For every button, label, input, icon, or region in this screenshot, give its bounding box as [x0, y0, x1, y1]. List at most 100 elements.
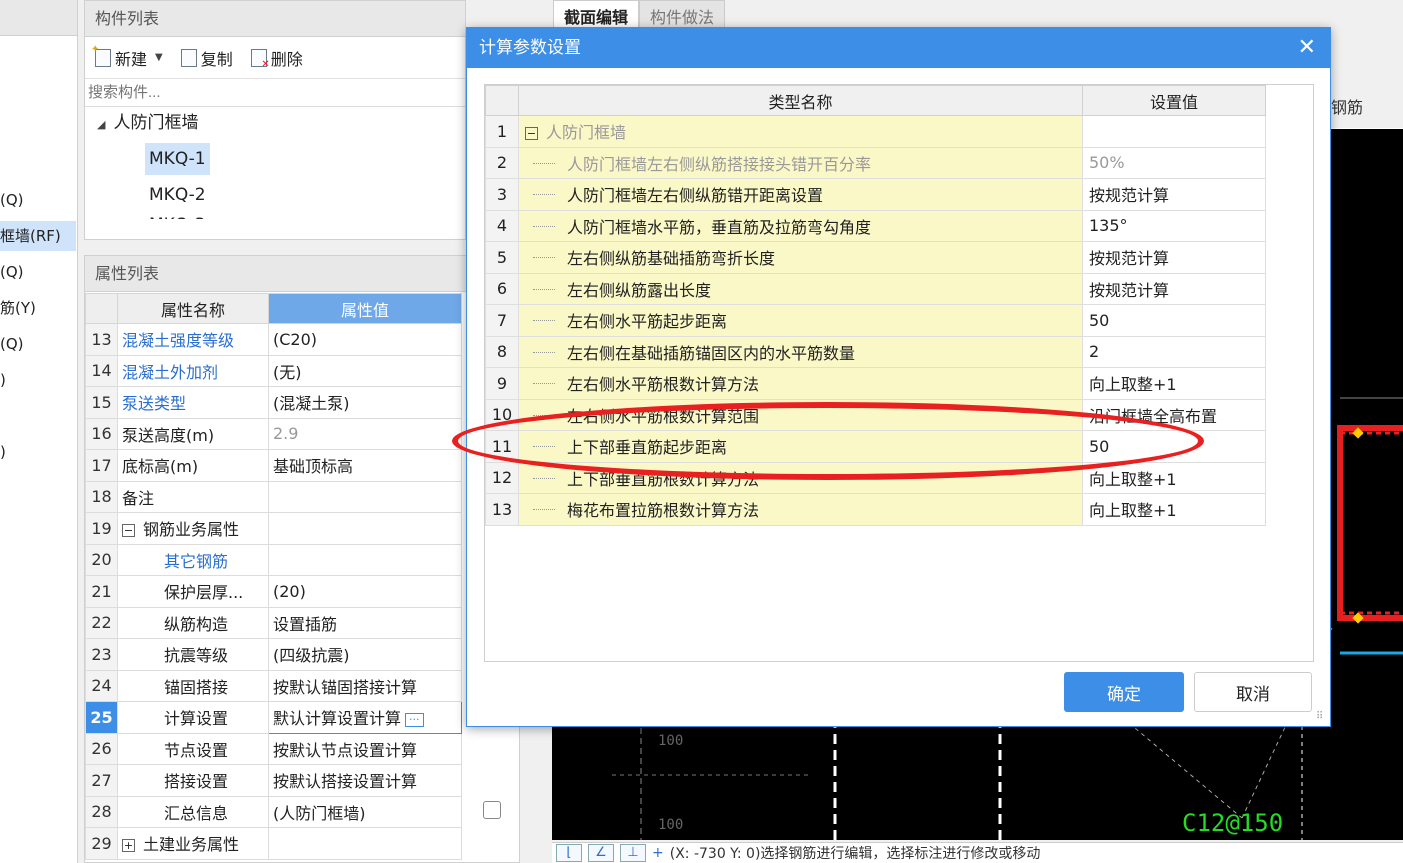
rebar-label[interactable]: 钢筋	[1331, 94, 1363, 118]
property-value-cell[interactable]: (无)	[268, 354, 462, 387]
nav-item[interactable]: (Q)	[0, 257, 76, 287]
property-row[interactable]: 21 保护层厚... (20)	[85, 575, 520, 608]
param-row[interactable]: 2 人防门框墙左右侧纵筋搭接接头错开百分率 50%	[485, 146, 1266, 179]
collapse-icon[interactable]: −	[525, 127, 538, 141]
param-value-cell[interactable]: 按规范计算	[1082, 178, 1266, 211]
property-row[interactable]: 24 锚固搭接 按默认锚固搭接计算	[85, 669, 520, 702]
param-row[interactable]: 10 左右侧水平筋根数计算范围 沿门框墙全高布置	[485, 398, 1266, 431]
param-value-cell[interactable]: 50	[1082, 430, 1266, 463]
property-value-cell[interactable]	[268, 827, 462, 860]
property-value-cell[interactable]	[268, 512, 462, 545]
property-row[interactable]: 13 混凝土强度等级 (C20)	[85, 323, 520, 356]
property-row[interactable]: 19− 钢筋业务属性	[85, 512, 520, 545]
plus-icon[interactable]: +	[652, 845, 664, 861]
property-value-cell[interactable]: (C20)	[268, 323, 462, 356]
property-row[interactable]: 18 备注	[85, 480, 520, 513]
property-row[interactable]: 22 纵筋构造 设置插筋	[85, 606, 520, 639]
tree-item-mkq-2[interactable]: MKQ-2	[149, 179, 206, 211]
delete-button[interactable]: 删除	[247, 44, 307, 72]
resize-grip-icon[interactable]: ⠿	[1316, 712, 1328, 724]
param-value-cell[interactable]: 按规范计算	[1082, 272, 1266, 305]
property-row[interactable]: 14 混凝土外加剂 (无)	[85, 354, 520, 387]
param-value-cell[interactable]: 向上取整+1	[1082, 461, 1266, 494]
property-value-cell[interactable]: 按默认搭接设置计算	[268, 764, 462, 797]
dialog-titlebar[interactable]: 计算参数设置 ✕	[467, 28, 1330, 68]
dimension-label-1[interactable]: 100	[658, 733, 683, 749]
nav-item[interactable]: 筋(Y)	[0, 293, 76, 323]
property-row[interactable]: 17 底标高(m) 基础顶标高	[85, 449, 520, 482]
property-value-cell[interactable]: 按默认节点设置计算	[268, 732, 462, 765]
summary-checkbox[interactable]	[482, 800, 501, 819]
search-component-input[interactable]	[85, 79, 465, 107]
param-value-cell[interactable]: 沿门框墙全高布置	[1082, 398, 1266, 431]
collapse-icon[interactable]: −	[122, 524, 135, 538]
property-row[interactable]: 23 抗震等级 (四级抗震)	[85, 638, 520, 671]
property-value-cell[interactable]: 按默认锚固搭接计算	[268, 669, 462, 702]
new-button[interactable]: 新建 ▼	[91, 44, 167, 72]
param-row[interactable]: 4 人防门框墙水平筋，垂直筋及拉筋弯勾角度 135°	[485, 209, 1266, 242]
property-name-cell: 混凝土强度等级	[117, 323, 269, 356]
line-tool-icon[interactable]: ⌊	[556, 844, 582, 862]
chevron-down-icon[interactable]: ▼	[155, 52, 163, 63]
property-value-cell[interactable]: 基础顶标高	[268, 449, 462, 482]
cancel-button[interactable]: 取消	[1194, 672, 1312, 712]
rebar-spec-label[interactable]: C12@150	[1182, 809, 1283, 837]
property-value-cell[interactable]: 设置插筋	[268, 606, 462, 639]
property-value-cell[interactable]: 默认计算设置计算 ···	[268, 701, 462, 734]
angle-tool-icon[interactable]: ∠	[588, 844, 614, 862]
nav-item[interactable]: )	[0, 437, 76, 467]
property-value-cell[interactable]: (人防门框墙)	[268, 795, 462, 828]
property-row[interactable]: 28 汇总信息 (人防门框墙)	[85, 795, 520, 828]
close-icon[interactable]: ✕	[1298, 28, 1316, 68]
param-row[interactable]: 9 左右侧水平筋根数计算方法 向上取整+1	[485, 367, 1266, 400]
nav-item[interactable]: (Q)	[0, 185, 76, 215]
param-row-number: 10	[485, 398, 519, 431]
param-row[interactable]: 5 左右侧纵筋基础插筋弯折长度 按规范计算	[485, 241, 1266, 274]
property-value-cell[interactable]	[268, 543, 462, 576]
param-row[interactable]: 13 梅花布置拉筋根数计算方法 向上取整+1	[485, 493, 1266, 526]
tree-root-node[interactable]: ◢ 人防门框墙	[97, 107, 198, 139]
param-row[interactable]: 1− 人防门框墙	[485, 115, 1266, 148]
param-value-cell[interactable]: 按规范计算	[1082, 241, 1266, 274]
property-value-cell[interactable]	[268, 480, 462, 513]
nav-item[interactable]: 框墙(RF)	[0, 221, 76, 251]
param-row[interactable]: 3 人防门框墙左右侧纵筋错开距离设置 按规范计算	[485, 178, 1266, 211]
category-nav: (Q) 框墙(RF) (Q) 筋(Y) (Q)))	[0, 0, 78, 863]
param-row[interactable]: 6 左右侧纵筋露出长度 按规范计算	[485, 272, 1266, 305]
ok-button[interactable]: 确定	[1064, 672, 1184, 712]
property-row[interactable]: 20 其它钢筋	[85, 543, 520, 576]
property-row[interactable]: 27 搭接设置 按默认搭接设置计算	[85, 764, 520, 797]
ellipsis-button[interactable]: ···	[405, 712, 424, 727]
param-row[interactable]: 12 上下部垂直筋根数计算方法 向上取整+1	[485, 461, 1266, 494]
property-value-cell[interactable]: (20)	[268, 575, 462, 608]
param-value-cell[interactable]: 50	[1082, 304, 1266, 337]
rebar-frame[interactable]	[1337, 425, 1403, 621]
param-value-cell[interactable]: 向上取整+1	[1082, 367, 1266, 400]
nav-item[interactable]: (Q)	[0, 329, 76, 359]
dimension-label-2[interactable]: 100	[658, 817, 683, 833]
param-value-cell[interactable]	[1082, 115, 1266, 148]
collapse-triangle-icon[interactable]: ◢	[97, 118, 105, 131]
copy-button[interactable]: 复制	[177, 44, 237, 72]
nav-item[interactable]: )	[0, 365, 76, 395]
property-value-cell[interactable]: (混凝土泵)	[268, 386, 462, 419]
property-row[interactable]: 15 泵送类型 (混凝土泵)	[85, 386, 520, 419]
property-row[interactable]: 25 计算设置 默认计算设置计算 ···	[85, 701, 520, 734]
param-value-cell[interactable]: 向上取整+1	[1082, 493, 1266, 526]
tree-item-mkq-1[interactable]: MKQ-1	[145, 143, 210, 175]
param-value-cell[interactable]: 135°	[1082, 209, 1266, 242]
param-value-cell[interactable]: 50%	[1082, 146, 1266, 179]
param-row[interactable]: 7 左右侧水平筋起步距离 50	[485, 304, 1266, 337]
param-row[interactable]: 11 上下部垂直筋起步距离 50	[485, 430, 1266, 463]
property-name-cell: 锚固搭接	[117, 669, 269, 702]
property-row[interactable]: 16 泵送高度(m) 2.9	[85, 417, 520, 450]
property-row[interactable]: 26 节点设置 按默认节点设置计算	[85, 732, 520, 765]
property-value-cell[interactable]: (四级抗震)	[268, 638, 462, 671]
param-row[interactable]: 8 左右侧在基础插筋锚固区内的水平筋数量 2	[485, 335, 1266, 368]
property-row[interactable]: 29 + 土建业务属性	[85, 827, 520, 860]
property-value-cell[interactable]: 2.9	[268, 417, 462, 450]
param-value-cell[interactable]: 2	[1082, 335, 1266, 368]
tree-item-mkq-3[interactable]: MKQ-3	[149, 209, 206, 219]
vertical-tool-icon[interactable]: ⊥	[620, 844, 646, 862]
expand-icon[interactable]: +	[122, 839, 135, 853]
